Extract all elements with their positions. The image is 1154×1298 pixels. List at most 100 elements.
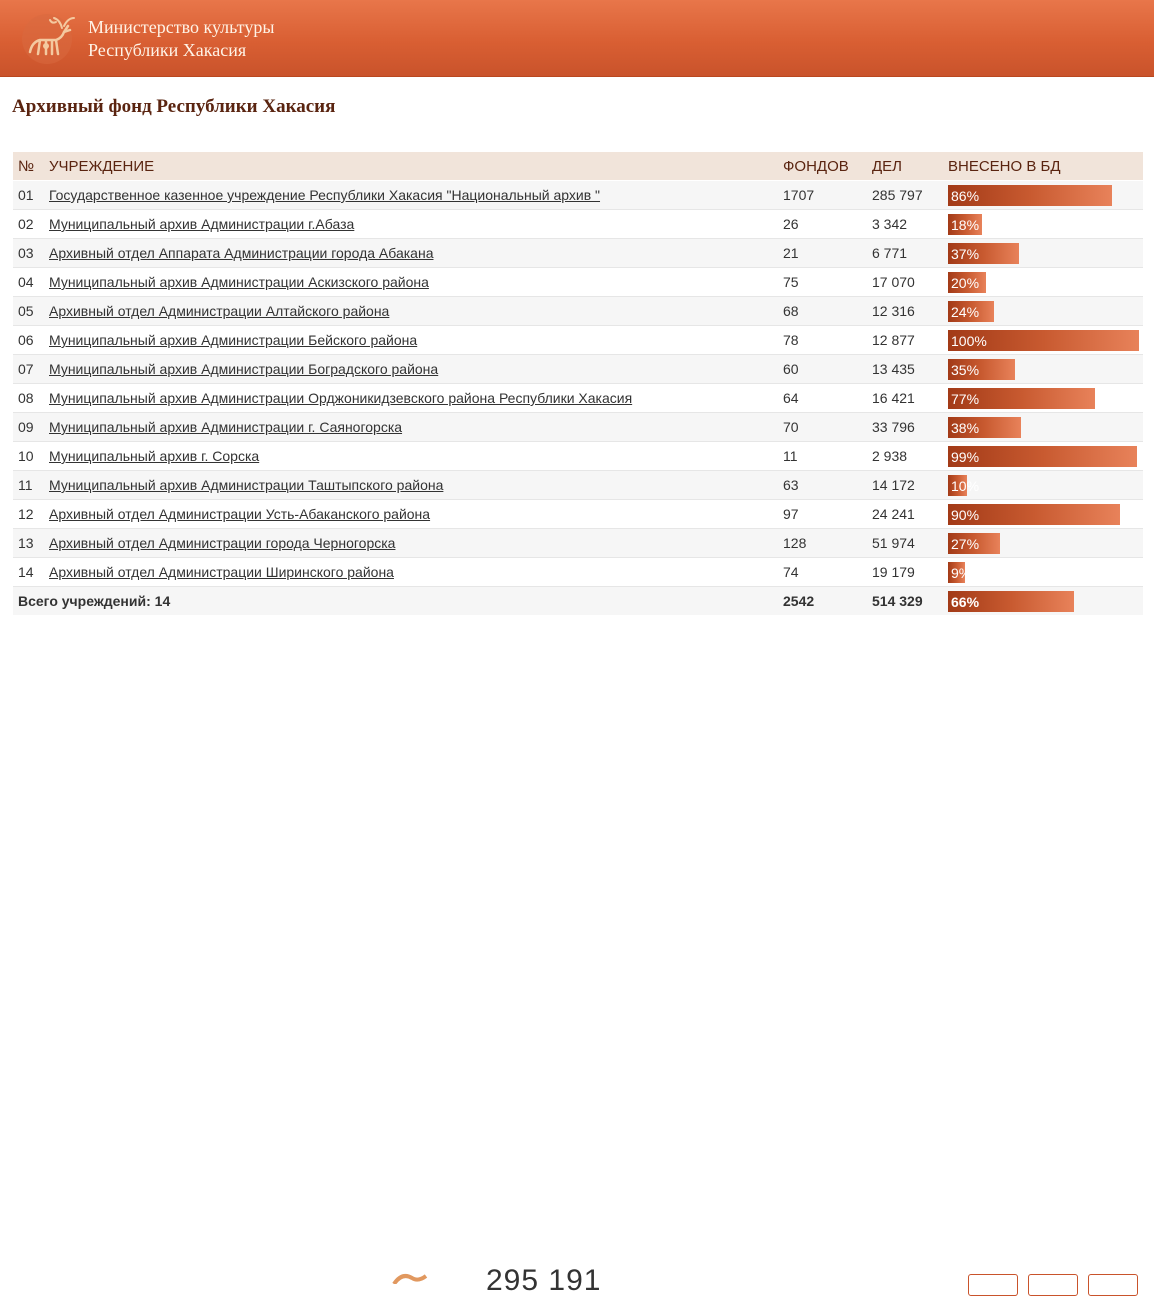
funds-count: 63 — [778, 470, 867, 500]
institution-link[interactable]: Муниципальный архив Администрации Боград… — [49, 361, 438, 377]
progress-cell: 37% — [943, 238, 1143, 268]
progress-bar: 20% — [948, 271, 1139, 293]
progress-bar: 37% — [948, 242, 1139, 264]
progress-bar: 77% — [948, 387, 1139, 409]
funds-count: 1707 — [778, 180, 867, 210]
institution-link[interactable]: Архивный отдел Администрации Усть-Абакан… — [49, 506, 430, 522]
institution-cell: Архивный отдел Администрации города Черн… — [44, 528, 778, 558]
progress-label: 100% — [951, 332, 987, 349]
cases-count: 33 796 — [867, 412, 943, 442]
funds-count: 70 — [778, 412, 867, 442]
table-row: 11 Муниципальный архив Администрации Ташт… — [13, 470, 1143, 500]
site-header: Министерство культуры Республики Хакасия — [0, 0, 1154, 77]
progress-cell: 20% — [943, 267, 1143, 297]
cases-count: 12 877 — [867, 325, 943, 355]
ministry-title-line1: Министерство культуры — [88, 17, 275, 37]
institution-cell: Архивный отдел Администрации Ширинского … — [44, 557, 778, 587]
funds-count: 26 — [778, 209, 867, 239]
column-header-entered: ВНЕСЕНО В БД — [943, 152, 1143, 181]
visitor-counter: 295 191 — [486, 1264, 602, 1297]
row-number: 13 — [13, 528, 44, 558]
institution-link[interactable]: Муниципальный архив Администрации Таштып… — [49, 477, 443, 493]
column-header-cases: ДЕЛ — [867, 152, 943, 181]
table-row: 08 Муниципальный архив Администрации Ордж… — [13, 383, 1143, 413]
progress-cell: 99% — [943, 441, 1143, 471]
nav-button-2[interactable] — [1028, 1274, 1078, 1296]
institution-cell: Муниципальный архив Администрации Бейско… — [44, 325, 778, 355]
institution-cell: Муниципальный архив Администрации Аскизс… — [44, 267, 778, 297]
progress-bar: 90% — [948, 503, 1139, 525]
progress-bar: 100% — [948, 329, 1139, 351]
bottom-section: 295 191 — [0, 630, 1154, 1297]
institution-link[interactable]: Муниципальный архив Администрации г. Сая… — [49, 419, 402, 435]
table-row: 05 Архивный отдел Администрации Алтайског… — [13, 296, 1143, 326]
table-row: 03 Архивный отдел Аппарата Администрации … — [13, 238, 1143, 268]
institution-link[interactable]: Муниципальный архив Администрации Аскизс… — [49, 274, 429, 290]
progress-label: 86% — [951, 187, 980, 204]
column-header-num: № — [13, 152, 44, 181]
institution-link[interactable]: Архивный отдел Администрации Алтайского … — [49, 303, 389, 319]
cases-count: 2 938 — [867, 441, 943, 471]
progress-cell: 18% — [943, 209, 1143, 239]
ministry-title-line2: Республики Хакасия — [88, 40, 247, 60]
ministry-title[interactable]: Министерство культуры Республики Хакасия — [88, 16, 274, 62]
row-number: 04 — [13, 267, 44, 297]
cases-count: 17 070 — [867, 267, 943, 297]
institution-link[interactable]: Муниципальный архив Администрации Орджон… — [49, 390, 632, 406]
progress-label: 27% — [951, 535, 980, 552]
row-number: 08 — [13, 383, 44, 413]
row-number: 05 — [13, 296, 44, 326]
nav-button-3[interactable] — [1088, 1274, 1138, 1296]
cases-count: 14 172 — [867, 470, 943, 500]
deer-ornament-logo-icon[interactable] — [16, 12, 78, 66]
column-header-institution: УЧРЕЖДЕНИЕ — [44, 152, 778, 181]
funds-count: 60 — [778, 354, 867, 384]
table-row: 13 Архивный отдел Администрации города Че… — [13, 528, 1143, 558]
progress-cell: 38% — [943, 412, 1143, 442]
table-row: 14 Архивный отдел Администрации Ширинског… — [13, 557, 1143, 587]
table-row: 06 Муниципальный архив Администрации Бейс… — [13, 325, 1143, 355]
column-header-funds: ФОНДОВ — [778, 152, 867, 181]
table-row: 09 Муниципальный архив Администрации г. С… — [13, 412, 1143, 442]
row-number: 02 — [13, 209, 44, 239]
total-progress-bar: 66% — [948, 590, 1139, 612]
table-row: 02 Муниципальный архив Администрации г.Аб… — [13, 209, 1143, 239]
progress-cell: 90% — [943, 499, 1143, 529]
progress-bar: 18% — [948, 213, 1139, 235]
funds-count: 21 — [778, 238, 867, 268]
row-number: 12 — [13, 499, 44, 529]
funds-count: 128 — [778, 528, 867, 558]
institution-link[interactable]: Муниципальный архив Администрации Бейско… — [49, 332, 417, 348]
table-row: 04 Муниципальный архив Администрации Аски… — [13, 267, 1143, 297]
institution-cell: Муниципальный архив Администрации г. Сая… — [44, 412, 778, 442]
progress-label: 35% — [951, 361, 980, 378]
institution-cell: Муниципальный архив Администрации г.Абаз… — [44, 209, 778, 239]
cases-count: 3 342 — [867, 209, 943, 239]
cases-count: 12 316 — [867, 296, 943, 326]
institution-link[interactable]: Архивный отдел Аппарата Администрации го… — [49, 245, 433, 261]
funds-count: 78 — [778, 325, 867, 355]
institution-link[interactable]: Архивный отдел Администрации Ширинского … — [49, 564, 394, 580]
table-row: 07 Муниципальный архив Администрации Богр… — [13, 354, 1143, 384]
institution-link[interactable]: Муниципальный архив Администрации г.Абаз… — [49, 216, 354, 232]
institution-link[interactable]: Муниципальный архив г. Сорска — [49, 448, 259, 464]
cases-count: 6 771 — [867, 238, 943, 268]
row-number: 09 — [13, 412, 44, 442]
institution-cell: Архивный отдел Администрации Алтайского … — [44, 296, 778, 326]
progress-label: 24% — [951, 303, 980, 320]
progress-cell: 77% — [943, 383, 1143, 413]
progress-cell: 9% — [943, 557, 1143, 587]
ornament-icon — [392, 1274, 428, 1284]
institution-cell: Муниципальный архив Администрации Таштып… — [44, 470, 778, 500]
nav-button-1[interactable] — [968, 1274, 1018, 1296]
institution-link[interactable]: Государственное казенное учреждение Респ… — [49, 187, 600, 203]
cases-count: 13 435 — [867, 354, 943, 384]
progress-bar: 86% — [948, 184, 1139, 206]
row-number: 14 — [13, 557, 44, 587]
progress-bar: 24% — [948, 300, 1139, 322]
total-progress-cell: 66% — [943, 586, 1143, 615]
institution-cell: Архивный отдел Аппарата Администрации го… — [44, 238, 778, 268]
funds-count: 11 — [778, 441, 867, 471]
institution-link[interactable]: Архивный отдел Администрации города Черн… — [49, 535, 395, 551]
table-header-row: № УЧРЕЖДЕНИЕ ФОНДОВ ДЕЛ ВНЕСЕНО В БД — [13, 152, 1143, 181]
